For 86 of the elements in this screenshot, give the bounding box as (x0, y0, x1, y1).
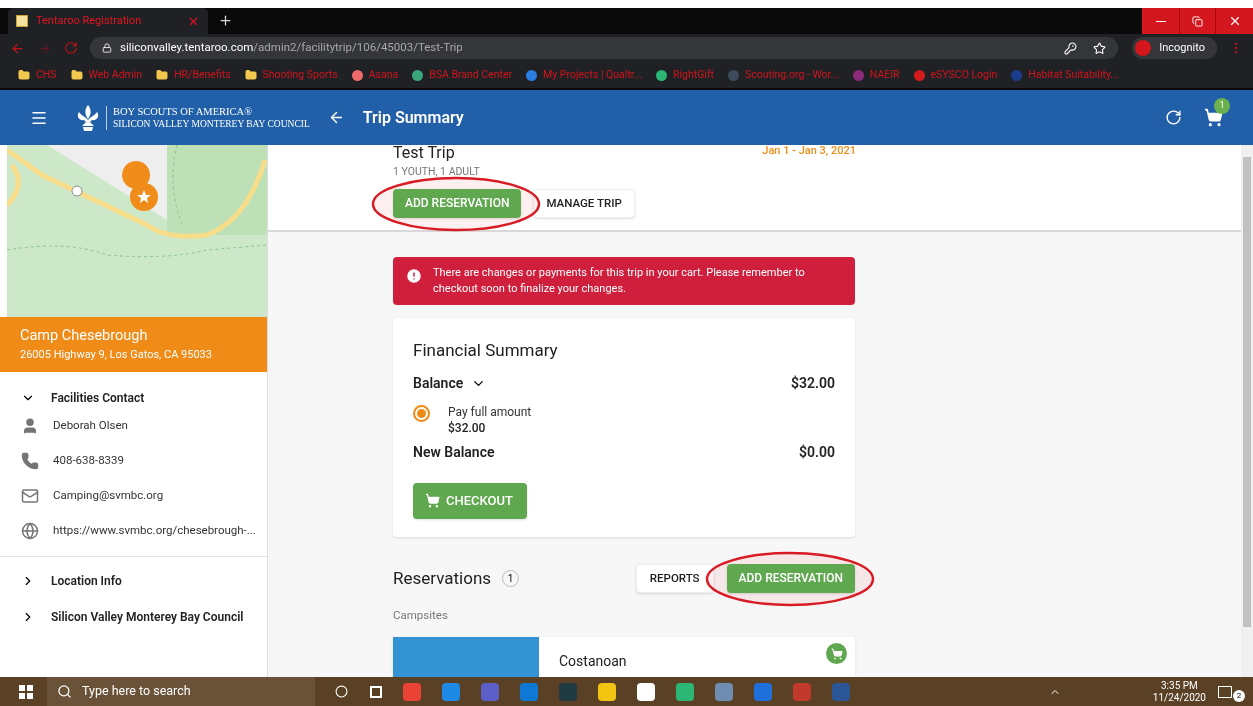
url-text: siliconvalley.tentaroo.com/admin2/facilitytrip/106/45003/Test-Trip (120, 39, 463, 57)
bookmark[interactable]: Web Admin (70, 67, 143, 83)
add-reservation-button[interactable]: ADD RESERVATION (393, 188, 522, 218)
scrollbar[interactable] (1241, 145, 1253, 677)
reload-icon[interactable] (64, 41, 78, 55)
cart-icon[interactable] (1204, 108, 1223, 127)
participants: 1 YOUTH, 1 ADULT (393, 164, 481, 180)
bookmark[interactable]: Shooting Sports (244, 67, 338, 83)
reservations-title: Reservations (393, 566, 492, 590)
close-button[interactable] (1216, 8, 1253, 34)
windows-start-icon[interactable] (19, 684, 33, 699)
contact-detail[interactable]: Camping@svmbc.org (53, 487, 164, 505)
group-label: Campsites (393, 606, 449, 624)
address-field[interactable]: siliconvalley.tentaroo.com/admin2/facilitytrip/106/45003/Test-Trip (90, 37, 1119, 59)
clock-date: 11/24/2020 (1152, 691, 1206, 704)
council-name: SILICON VALLEY MONTEREY BAY COUNCIL (113, 117, 310, 130)
minimize-icon (1155, 20, 1166, 22)
restore-icon (1192, 15, 1203, 27)
cart-icon (425, 493, 440, 509)
favicon-icon (16, 15, 28, 27)
new-tab-icon[interactable] (218, 13, 233, 28)
folder-icon (156, 69, 169, 81)
org-name: BOY SCOUTS OF AMERICA® (113, 105, 254, 118)
refresh-icon[interactable] (1165, 109, 1182, 126)
lock-icon (102, 43, 112, 53)
globe-icon (21, 522, 39, 540)
balance-label: Balance (413, 373, 464, 393)
contact-detail[interactable]: https://www.svmbc.org/chesebrough-... (53, 522, 256, 540)
option-label: Pay full amount (448, 403, 532, 420)
bookmark-star-icon[interactable] (1093, 41, 1107, 55)
bookmark[interactable]: BSA Brand Center (412, 67, 513, 83)
app-icon[interactable] (637, 682, 655, 701)
manage-trip-button[interactable]: MANAGE TRIP (533, 188, 635, 218)
bookmark[interactable]: Asana (351, 67, 399, 83)
facilities-contact-header[interactable]: Facilities Contact (21, 388, 267, 408)
bookmark[interactable]: CHS (18, 67, 57, 83)
mail-icon (21, 487, 39, 505)
option-amount: $32.00 (448, 419, 487, 436)
folder-icon (70, 69, 83, 81)
new-balance-label: New Balance (413, 442, 495, 462)
clock-time: 3:35 PM (1161, 679, 1198, 692)
new-balance-amount: $0.00 (799, 442, 835, 462)
camp-name: Camp Chesebrough (20, 326, 149, 347)
alert-icon (405, 267, 423, 286)
card-title: Financial Summary (413, 339, 559, 363)
back-icon[interactable] (10, 40, 25, 56)
bookmark[interactable]: Scouting.org - Wor... (728, 67, 839, 83)
notification-badge: 2 (1233, 689, 1245, 702)
page-title: Trip Summary (362, 106, 464, 129)
contact-detail: Deborah Olsen (53, 417, 128, 435)
folder-icon (244, 69, 257, 81)
trip-dates: Jan 1 - Jan 3, 2021 (762, 145, 856, 157)
notification-center-icon[interactable] (1218, 685, 1232, 698)
reservation-name: Costanoan (559, 652, 627, 671)
app-icon[interactable] (598, 682, 616, 701)
bookmark[interactable]: NAEIR (852, 67, 900, 83)
section-header[interactable]: Silicon Valley Monterey Bay Council (21, 607, 267, 627)
contact-detail[interactable]: 408-638-8339 (53, 452, 124, 470)
folder-icon (18, 69, 30, 81)
bookmark[interactable]: RightGift (656, 67, 714, 83)
balance-amount: $32.00 (791, 373, 835, 393)
bookmark[interactable]: HR/Benefits (156, 67, 231, 83)
reports-button[interactable]: REPORTS (635, 563, 714, 593)
person-icon (21, 417, 39, 435)
phone-icon (21, 452, 39, 470)
trip-name: Test Trip (393, 145, 455, 162)
tab-title: Tentaroo Registration (36, 12, 143, 29)
bookmark[interactable]: My Projects | Qualtr... (526, 67, 643, 83)
restore-button[interactable] (1179, 8, 1216, 34)
taskbar-search-field[interactable]: Type here to search (47, 677, 315, 706)
alert-message: There are changes or payments for this trip in your cart. Please remember to checkout soon to finalize your changes. (433, 265, 806, 298)
cart-badge: 1 (1214, 98, 1230, 114)
search-icon (57, 684, 72, 699)
profile-button[interactable]: Incognito (1132, 37, 1217, 59)
bookmark[interactable]: Habitat Suitability... (1011, 67, 1119, 83)
checkout-button[interactable]: CHECKOUT (413, 482, 527, 519)
cortana-icon[interactable] (335, 685, 348, 698)
add-reservation-button[interactable]: ADD RESERVATION (726, 563, 855, 593)
section-header[interactable]: Location Info (21, 571, 267, 591)
radio-button[interactable] (413, 404, 430, 422)
task-view-icon[interactable] (370, 685, 382, 698)
browser-tab[interactable]: Tentaroo Registration (8, 8, 208, 34)
reservation-card[interactable]: Costanoan (393, 637, 855, 677)
camp-address: 26005 Highway 9, Los Gatos, CA 95033 (20, 347, 213, 364)
key-icon[interactable] (1064, 41, 1078, 55)
bookmark[interactable]: eSYSCO Login (913, 67, 998, 83)
